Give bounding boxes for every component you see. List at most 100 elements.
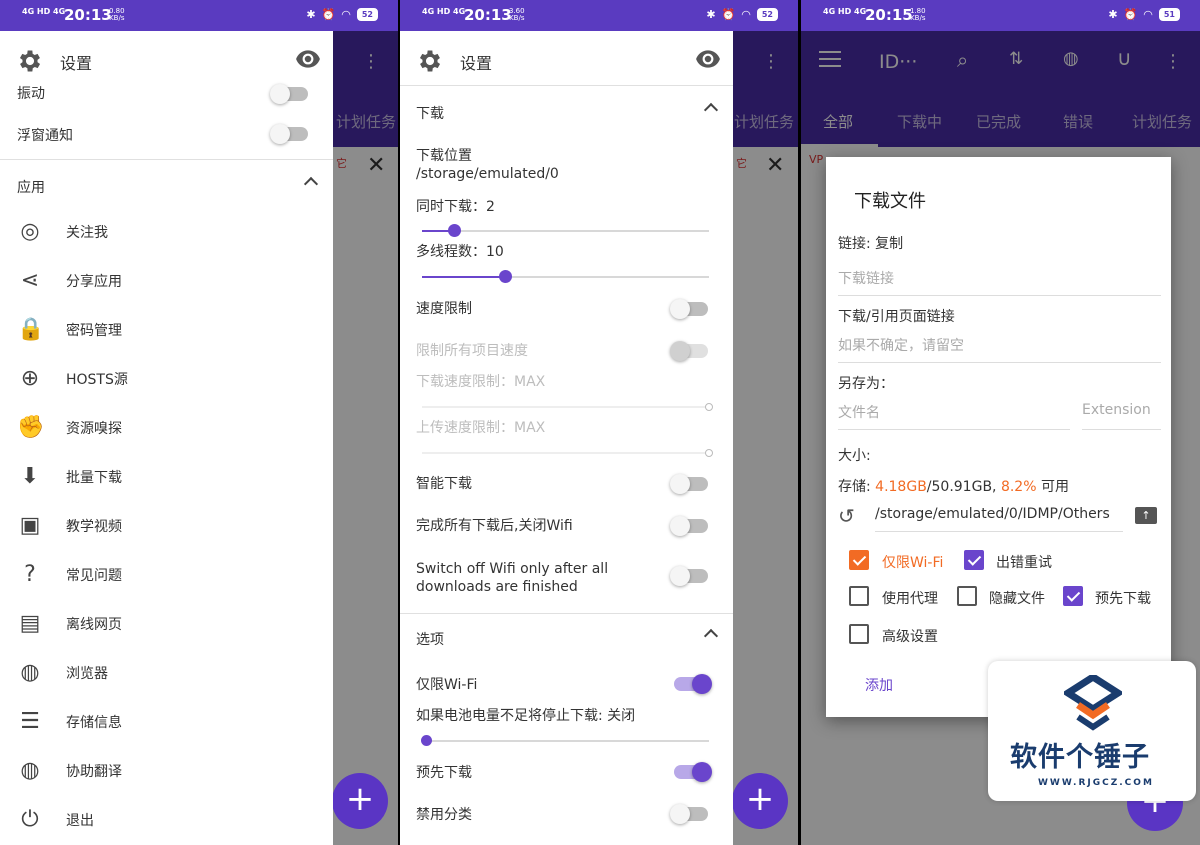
dl-limit-slider bbox=[422, 403, 713, 411]
drawer-item[interactable]: ⋖ 分享应用 bbox=[0, 256, 333, 305]
watermark-url: WWW.RJGCZ.COM bbox=[1038, 778, 1154, 788]
dl-limit-label: 下载速度限制：MAX bbox=[416, 374, 546, 390]
wifi-only-checkbox[interactable] bbox=[849, 550, 869, 570]
translate-icon: ◍ bbox=[20, 758, 40, 783]
share-icon: ⋖ bbox=[20, 268, 40, 293]
slider-thumb bbox=[705, 449, 713, 457]
saveas-label: 另存为： bbox=[838, 376, 894, 392]
drawer-item[interactable]: 🔒 密码管理 bbox=[0, 305, 333, 354]
section-app[interactable]: 应用 bbox=[17, 176, 319, 197]
network-indicator: 4G HD 4G bbox=[823, 7, 867, 16]
wifi-icon: ◠ bbox=[741, 8, 751, 21]
bluetooth-icon: ✱ bbox=[706, 8, 716, 21]
drawer-item-label: 协助翻译 bbox=[66, 764, 122, 780]
download-dialog: 下载文件 链接: 复制 下载链接 下载/引用页面链接 如果不确定，请留空 另存为… bbox=[826, 157, 1171, 717]
link-label: 链接: 复制 bbox=[838, 236, 904, 252]
drawer-item-label: 退出 bbox=[66, 813, 94, 829]
video-icon: ▣ bbox=[19, 513, 41, 538]
smart-download-toggle[interactable] bbox=[670, 474, 708, 494]
copy-link[interactable]: 复制 bbox=[875, 236, 903, 252]
add-fab[interactable]: + bbox=[732, 773, 788, 829]
clock: 20:13 bbox=[64, 6, 112, 24]
phone-drawer: ⋮ 计划任务 它 ✕ + 4G HD 4G 20:13 0.80 KB/s ✱ ⏰ ◠… bbox=[0, 0, 398, 845]
drawer-item[interactable]: ◍ 协助翻译 bbox=[0, 746, 333, 795]
drawer-item[interactable]: ✊ 资源嗅探 bbox=[0, 403, 333, 452]
instagram-icon: ◎ bbox=[20, 219, 40, 244]
drawer-item[interactable]: ⏻ 退出 bbox=[0, 795, 333, 844]
add-button[interactable]: 添加 bbox=[865, 675, 893, 695]
wifi-off-toggle[interactable] bbox=[670, 516, 708, 536]
drawer-item[interactable]: ▤ 离线网页 bbox=[0, 599, 333, 648]
threads-label: 多线程数：10 bbox=[416, 244, 504, 260]
settings-panel: 设置 下载 下载位置/storage/emulated/0 同时下载：2 多线程… bbox=[400, 31, 733, 845]
hidden-file-label: 隐藏文件 bbox=[989, 591, 1045, 607]
extension-input[interactable]: Extension bbox=[1082, 402, 1151, 418]
drawer-item[interactable]: ? 常见问题 bbox=[0, 550, 333, 599]
drawer-item[interactable]: ⬇ 批量下载 bbox=[0, 452, 333, 501]
alarm-icon: ⏰ bbox=[1123, 8, 1138, 21]
wifi-off-en-toggle[interactable] bbox=[670, 566, 708, 586]
wifi-off-en-label: Switch off Wifi only after all downloads … bbox=[416, 561, 609, 595]
gear-icon bbox=[19, 50, 41, 72]
slider-thumb[interactable] bbox=[447, 224, 461, 237]
folder-upload-icon[interactable]: ↑ bbox=[1135, 507, 1157, 524]
watermark-logo-icon bbox=[1064, 675, 1122, 731]
battery-slider[interactable] bbox=[421, 735, 709, 746]
link-input[interactable]: 下载链接 bbox=[838, 268, 894, 288]
vibrate-toggle[interactable] bbox=[270, 84, 308, 104]
download-location[interactable]: 下载位置/storage/emulated/0 bbox=[416, 147, 559, 183]
status-bar: 4G HD 4G 20:13 0.80 KB/s ✱ ⏰ ◠ 52 bbox=[0, 0, 398, 31]
drawer-item-label: 离线网页 bbox=[66, 617, 122, 633]
speed-limit-label: 速度限制 bbox=[416, 301, 472, 317]
nav-drawer: 设置 振动 浮窗通知 应用 ◎ 关注我 ⋖ 分享应用 🔒 密码管理 ⊕ HOSTS源 ✊ 资源嗅探… bbox=[0, 31, 333, 845]
drawer-item-label: HOSTS源 bbox=[66, 372, 128, 388]
history-icon[interactable]: ↺ bbox=[838, 504, 855, 528]
underline bbox=[838, 362, 1161, 363]
drawer-item[interactable]: ⊕ HOSTS源 bbox=[0, 354, 333, 403]
section-download[interactable]: 下载 bbox=[416, 102, 719, 123]
globe-icon: ◍ bbox=[20, 660, 40, 685]
battery-icon: 52 bbox=[756, 8, 778, 21]
watermark-name: 软件个锤子 bbox=[1010, 742, 1150, 773]
retry-checkbox[interactable] bbox=[964, 550, 984, 570]
wifi-icon: ◠ bbox=[341, 8, 351, 21]
slider-thumb[interactable] bbox=[421, 735, 432, 746]
status-bar: 4G HD 4G 20:13 3.60 KB/s ✱ ⏰ ◠ 52 bbox=[400, 0, 798, 31]
drawer-item[interactable]: ☰ 存储信息 bbox=[0, 697, 333, 746]
underline bbox=[875, 531, 1123, 532]
wifi-only-label: 仅限Wi-Fi bbox=[416, 677, 478, 693]
float-notify-toggle[interactable] bbox=[270, 124, 308, 144]
speed-limit-toggle[interactable] bbox=[670, 299, 708, 319]
divider bbox=[400, 85, 733, 86]
net-speed: 1.80 KB/s bbox=[910, 7, 926, 22]
no-category-toggle[interactable] bbox=[670, 804, 708, 824]
eye-icon[interactable] bbox=[295, 49, 321, 69]
chevron-up-icon bbox=[703, 628, 719, 644]
drawer-item[interactable]: ▣ 教学视频 bbox=[0, 501, 333, 550]
predownload-label: 预先下载 bbox=[1095, 591, 1151, 607]
underline bbox=[838, 295, 1161, 296]
save-path[interactable]: /storage/emulated/0/IDMP/Others bbox=[875, 506, 1110, 522]
drawer-item[interactable]: ◎ 关注我 bbox=[0, 207, 333, 256]
wifi-icon: ◠ bbox=[1143, 8, 1153, 21]
predownload-checkbox[interactable] bbox=[1063, 586, 1083, 606]
slider-thumb[interactable] bbox=[499, 270, 513, 283]
add-fab[interactable]: + bbox=[332, 773, 388, 829]
settings-header: 设置 bbox=[400, 31, 733, 91]
net-speed: 0.80 KB/s bbox=[109, 7, 125, 22]
ref-input[interactable]: 如果不确定，请留空 bbox=[838, 335, 964, 355]
chevron-up-icon bbox=[703, 102, 719, 118]
proxy-checkbox[interactable] bbox=[849, 586, 869, 606]
wifi-only-toggle[interactable] bbox=[674, 674, 712, 694]
drawer-item[interactable]: ◍ 浏览器 bbox=[0, 648, 333, 697]
concurrent-slider[interactable] bbox=[422, 224, 709, 237]
advanced-checkbox[interactable] bbox=[849, 624, 869, 644]
battery-icon: 52 bbox=[356, 8, 378, 21]
storage-info: 存储: 4.18GB/50.91GB, 8.2% 可用 bbox=[838, 479, 1069, 495]
predownload-toggle[interactable] bbox=[674, 762, 712, 782]
hidden-file-checkbox[interactable] bbox=[957, 586, 977, 606]
eye-icon[interactable] bbox=[695, 49, 721, 69]
threads-slider[interactable] bbox=[422, 270, 709, 283]
section-options[interactable]: 选项 bbox=[416, 628, 719, 649]
filename-input[interactable]: 文件名 bbox=[838, 402, 880, 422]
